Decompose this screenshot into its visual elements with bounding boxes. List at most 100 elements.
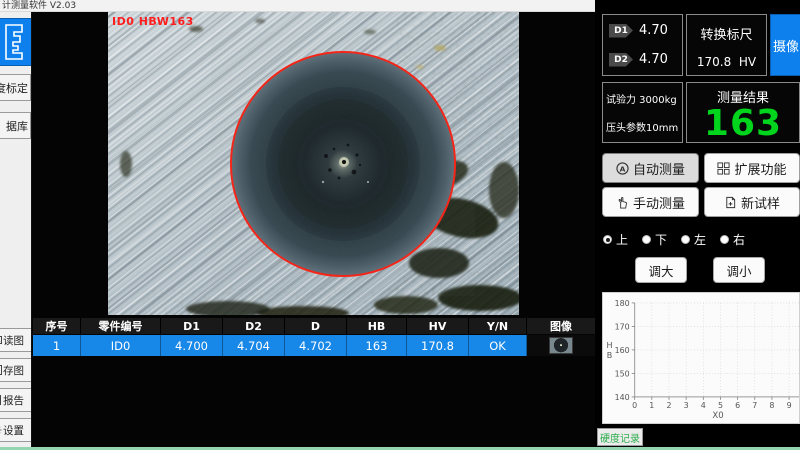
direction-down-label: 下: [655, 231, 667, 248]
manual-measure-label: 手动测量: [633, 193, 685, 212]
control-panel: D1 4.70 D2 4.70 转换标尺 170.8 HV 摄像 试验力 300…: [595, 0, 800, 450]
direction-right-label: 右: [733, 231, 745, 248]
col-header-d2: D2: [223, 318, 285, 334]
settings-label: 设置: [3, 423, 24, 438]
cell-yn: OK: [469, 335, 527, 356]
hardness-tester-icon: [2, 22, 28, 62]
result-value: 163: [687, 106, 799, 142]
grid-icon: [717, 162, 730, 175]
extended-functions-button[interactable]: 扩展功能: [704, 153, 800, 183]
d2-readout: D2 4.70: [609, 52, 676, 67]
col-header-index: 序号: [33, 318, 81, 334]
indentation-image: [108, 12, 519, 315]
new-document-icon: [724, 196, 737, 209]
y-tick-160: 160: [615, 346, 630, 355]
x-tick-0: 0: [632, 401, 637, 410]
window-title: 计测量软件 V2.03: [2, 1, 76, 11]
row-image-thumbnail[interactable]: [549, 337, 573, 354]
diameter-readout-box: D1 4.70 D2 4.70: [602, 14, 683, 76]
svg-text:A: A: [620, 164, 626, 173]
x-tick-4: 4: [701, 401, 706, 410]
read-image-label: 读图: [3, 333, 24, 348]
col-header-hb: HB: [347, 318, 407, 334]
chart-canvas: 180 170 160 150 140 0 1 2 3 4 5 6 7 8 9: [603, 293, 799, 424]
x-tick-8: 8: [769, 401, 774, 410]
table-header-row: 序号 零件编号 D1 D2 D HB HV Y/N 图像: [33, 318, 595, 334]
sidebar-item-database[interactable]: 据库: [0, 112, 31, 139]
x-tick-7: 7: [752, 401, 757, 410]
direction-up-label: 上: [616, 231, 628, 248]
title-bar: 计测量软件 V2.03: [0, 0, 595, 12]
y-tick-180: 180: [615, 299, 630, 308]
x-tick-2: 2: [666, 401, 671, 410]
auto-icon: A: [616, 162, 629, 175]
col-header-d: D: [285, 318, 347, 334]
direction-left-label: 左: [694, 231, 706, 248]
col-header-d1: D1: [161, 318, 223, 334]
direction-radio-right[interactable]: 右: [720, 231, 745, 248]
hardness-trend-chart: 180 170 160 150 140 0 1 2 3 4 5 6 7 8 9: [602, 292, 800, 424]
settings-button[interactable]: 设置: [0, 418, 32, 442]
sidebar-item-calibration[interactable]: 度标定: [0, 74, 31, 101]
decrease-button[interactable]: 调小: [713, 257, 765, 283]
camera-button[interactable]: 摄像: [770, 14, 800, 76]
increase-button[interactable]: 调大: [635, 257, 687, 283]
chart-x-axis-label: X0: [698, 411, 738, 421]
d1-value: 4.70: [639, 23, 668, 38]
extended-functions-label: 扩展功能: [734, 159, 786, 178]
indenter-label: 压头参数10mm: [606, 119, 679, 134]
application-window: 计测量软件 V2.03 度标定 据库 读图 存图 报告 设置: [0, 0, 800, 450]
report-button[interactable]: 报告: [0, 388, 32, 412]
save-image-button[interactable]: 存图: [0, 358, 32, 382]
d2-badge: D2: [609, 53, 633, 67]
y-tick-140: 140: [615, 393, 630, 402]
scale-number: 170.8: [697, 55, 731, 69]
y-tick-170: 170: [615, 322, 630, 331]
direction-radio-up[interactable]: 上: [603, 231, 628, 248]
radio-right-circle: [720, 235, 729, 244]
d1-readout: D1 4.70: [609, 23, 676, 38]
logo-button[interactable]: [0, 18, 32, 66]
cell-image: [527, 335, 595, 356]
cell-hb: 163: [347, 335, 407, 356]
save-image-icon: [0, 365, 2, 375]
results-table: 序号 零件编号 D1 D2 D HB HV Y/N 图像 1 ID0 4.700…: [33, 318, 595, 356]
cell-d: 4.702: [285, 335, 347, 356]
specimen-photo[interactable]: ID0 HBW163: [108, 12, 519, 315]
x-tick-1: 1: [649, 401, 654, 410]
report-icon: [0, 395, 2, 405]
result-box: 测量结果 163: [686, 82, 800, 143]
chart-y-axis-label: HB: [605, 341, 614, 361]
d1-badge: D1: [609, 24, 633, 38]
hand-icon: [616, 196, 629, 209]
auto-measure-button[interactable]: A 自动测量: [602, 153, 699, 183]
open-image-icon: [0, 335, 2, 345]
sidebar: 度标定 据库 读图 存图 报告 设置: [0, 12, 32, 447]
cell-d2: 4.704: [223, 335, 285, 356]
direction-radio-down[interactable]: 下: [642, 231, 667, 248]
cell-index: 1: [33, 335, 81, 356]
report-label: 报告: [3, 393, 24, 408]
conversion-scale-title: 转换标尺: [687, 24, 766, 43]
new-sample-button[interactable]: 新试样: [704, 187, 800, 217]
auto-measure-label: 自动测量: [633, 159, 685, 178]
hardness-record-button[interactable]: 硬度记录: [597, 428, 643, 446]
manual-measure-button[interactable]: 手动测量: [602, 187, 699, 217]
x-tick-3: 3: [684, 401, 689, 410]
save-image-label: 存图: [3, 363, 24, 378]
table-row[interactable]: 1 ID0 4.700 4.704 4.702 163 170.8 OK: [33, 335, 595, 356]
col-header-part-id: 零件编号: [81, 318, 161, 334]
image-stage: ID0 HBW163 序号 零件编号 D1 D2 D HB HV Y/N 图像 …: [32, 12, 595, 447]
radio-up-circle: [603, 235, 612, 244]
scale-unit: HV: [739, 55, 756, 69]
direction-radio-left[interactable]: 左: [681, 231, 706, 248]
y-tick-150: 150: [615, 369, 630, 378]
read-image-button[interactable]: 读图: [0, 328, 32, 352]
x-tick-6: 6: [735, 401, 740, 410]
test-parameters-box: 试验力 3000kg 压头参数10mm: [602, 82, 683, 143]
x-tick-9: 9: [787, 401, 792, 410]
conversion-scale-value: 170.8 HV: [687, 55, 766, 69]
conversion-scale-box: 转换标尺 170.8 HV: [686, 14, 767, 76]
d2-value: 4.70: [639, 52, 668, 67]
col-header-hv: HV: [407, 318, 469, 334]
